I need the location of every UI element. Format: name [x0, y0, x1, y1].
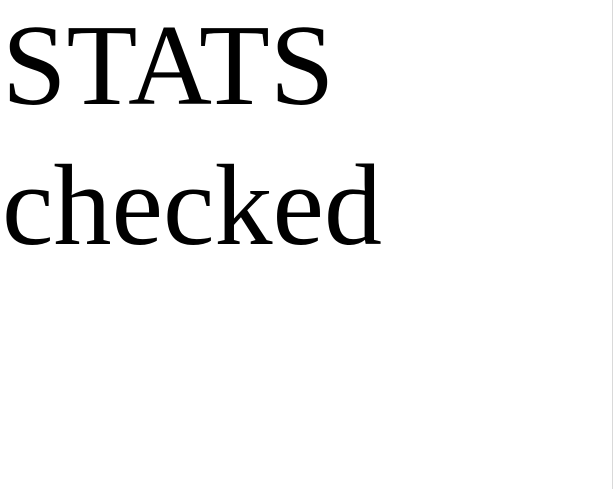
document-page: STATS checked: [0, 0, 612, 489]
checked-status-text: checked: [2, 142, 382, 270]
stats-heading: STATS: [2, 2, 335, 130]
page-edge-divider: [612, 0, 613, 489]
